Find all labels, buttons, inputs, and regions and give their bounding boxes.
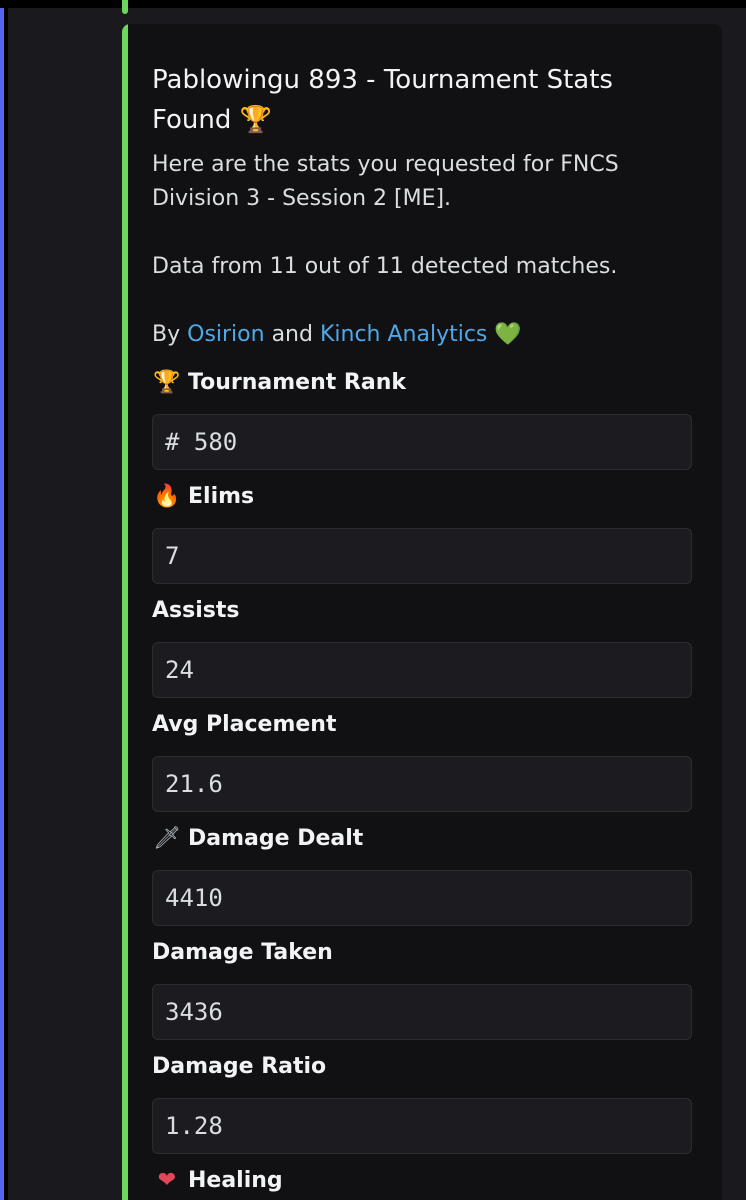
field-value-box: # 580 [152,414,692,470]
field-value-box: 3436 [152,984,692,1040]
field-value-box: 1.28 [152,1098,692,1154]
previous-embed-accent [122,0,128,14]
description-credits: By Osirion and Kinch Analytics 💚 [152,318,692,352]
embed-title-text: Pablowingu 893 - Tournament Stats Found [152,65,613,135]
field-value-box: 7 [152,528,692,584]
mending-heart-icon: ❤ [157,1168,177,1193]
field-value-box: 21.6 [152,756,692,812]
description-matches: Data from 11 out of 11 detected matches. [152,254,618,279]
credits-prefix: By [152,322,181,347]
green-heart-icon: 💚 [494,322,522,347]
osirion-link[interactable]: Osirion [187,322,264,347]
field-name: Damage Ratio [152,1052,692,1082]
fire-icon: 🔥 [153,484,181,509]
field-damage-dealt: 🗡 Damage Dealt 4410 [152,824,692,926]
field-label: Damage Dealt [188,826,364,851]
stats-embed: Pablowingu 893 - Tournament Stats Found … [122,24,722,1200]
field-label: Damage Ratio [152,1054,327,1079]
field-name: 🔥 Elims [152,482,692,512]
field-damage-ratio: Damage Ratio 1.28 [152,1052,692,1154]
trophy-icon: 🏆 [153,370,181,395]
field-damage-taken: Damage Taken 3436 [152,938,692,1040]
field-value-box: 24 [152,642,692,698]
dagger-icon: 🗡 [153,826,181,851]
field-name: ❤ Healing [152,1166,692,1196]
field-name: 🏆 Tournament Rank [152,368,692,398]
field-elims: 🔥 Elims 7 [152,482,692,584]
embed-title: Pablowingu 893 - Tournament Stats Found … [152,60,692,140]
field-value-box: 4410 [152,870,692,926]
rail-divider [4,8,8,1200]
field-name: 🗡 Damage Dealt [152,824,692,854]
kinch-analytics-link[interactable]: Kinch Analytics [320,322,487,347]
field-label: Healing [188,1168,283,1193]
embed-body: Pablowingu 893 - Tournament Stats Found … [152,60,692,1196]
top-strip [0,0,746,8]
embed-description: Here are the stats you requested for FNC… [152,148,692,352]
field-label: Elims [188,484,255,509]
field-healing: ❤ Healing [152,1166,692,1196]
field-assists: Assists 24 [152,596,692,698]
field-label: Avg Placement [152,712,337,737]
field-avg-placement: Avg Placement 21.6 [152,710,692,812]
field-name: Avg Placement [152,710,692,740]
field-label: Damage Taken [152,940,333,965]
field-name: Damage Taken [152,938,692,968]
field-label: Assists [152,598,240,623]
trophy-icon: 🏆 [239,105,273,135]
credits-and: and [271,322,313,347]
discord-channel-view: Pablowingu 893 - Tournament Stats Found … [0,0,746,1200]
field-name: Assists [152,596,692,626]
field-label: Tournament Rank [188,370,406,395]
field-tournament-rank: 🏆 Tournament Rank # 580 [152,368,692,470]
description-request: Here are the stats you requested for FNC… [152,152,619,211]
embed-accent-bar [122,24,128,1200]
